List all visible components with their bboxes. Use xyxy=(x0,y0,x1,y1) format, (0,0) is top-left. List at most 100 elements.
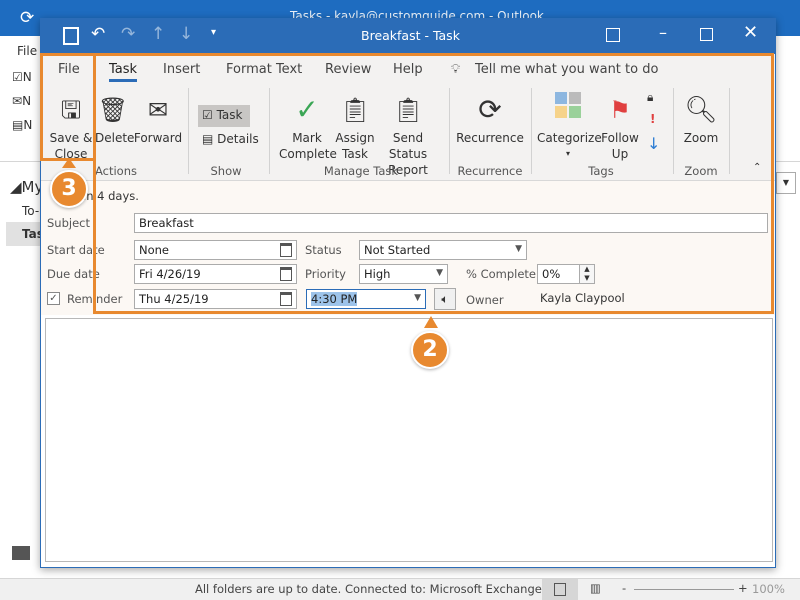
outer-dropdown[interactable]: ▼ xyxy=(776,172,796,194)
task-notes-body[interactable] xyxy=(45,318,773,562)
task-form: in 4 days. Subject Breakfast Start date … xyxy=(41,181,775,315)
new-meeting-item[interactable]: ▤N xyxy=(12,118,32,132)
reminder-time-dropdown[interactable]: 4:30 PM xyxy=(306,289,426,309)
connection-status: Connected to: Microsoft Exchange xyxy=(345,582,542,596)
mark-complete-button[interactable]: ✓ Mark Complete xyxy=(279,90,337,162)
due-date-label: Due date xyxy=(47,267,100,281)
ribbon: File Task Insert Format Text Review Help… xyxy=(41,54,775,181)
follow-up-button[interactable]: ⚑ Follow Up xyxy=(599,90,641,162)
low-importance-icon[interactable]: ↓ xyxy=(647,134,660,153)
outlook-file-tab[interactable]: File xyxy=(17,44,37,58)
calendar-icon xyxy=(280,292,292,306)
tasks-item[interactable]: Tas xyxy=(6,222,44,246)
tab-file[interactable]: File xyxy=(58,62,80,77)
tell-me-search[interactable]: Tell me what you want to do xyxy=(475,62,658,77)
group-zoom: Zoom xyxy=(684,164,718,178)
callout-step-3: 3 xyxy=(50,170,88,208)
group-manage-task: Manage Task xyxy=(323,164,399,178)
forward-button[interactable]: ✉︎ Forward xyxy=(131,90,185,146)
subject-label: Subject xyxy=(47,216,90,230)
zoom-in-button[interactable]: + xyxy=(738,581,748,595)
task-icon: ☑ xyxy=(202,108,217,122)
callout-step-2: 2 xyxy=(411,331,449,369)
start-date-input[interactable]: None xyxy=(134,240,297,260)
task-window: ↶ ↷ ↑ ↓ ▾ Breakfast - Task – ✕ File Task… xyxy=(40,18,776,568)
zoom-out-button[interactable]: - xyxy=(622,581,626,595)
new-email-item[interactable]: ✉N xyxy=(12,94,31,108)
assign-task-button[interactable]: 📋︎ Assign Task xyxy=(333,90,377,162)
send-status-icon: 📋︎ xyxy=(392,96,424,124)
percent-spinner[interactable]: ▲ ▼ xyxy=(579,264,595,284)
status-dropdown[interactable]: Not Started xyxy=(359,240,527,260)
collapse-ribbon-icon[interactable]: ⌃ xyxy=(753,162,761,173)
task-title-bar: ↶ ↷ ↑ ↓ ▾ Breakfast - Task – ✕ xyxy=(41,19,775,54)
status-bar: All folders are up to date. Connected to… xyxy=(0,578,800,600)
details-button[interactable]: ▤ Details xyxy=(202,132,259,146)
priority-dropdown[interactable]: High xyxy=(359,264,448,284)
close-icon[interactable]: ✕ xyxy=(743,22,758,43)
zoom-button[interactable]: 🔍︎ Zoom xyxy=(679,90,723,146)
group-recurrence: Recurrence xyxy=(457,164,523,178)
reminder-date-input[interactable]: Thu 4/25/19 xyxy=(134,289,297,309)
calendar-icon xyxy=(280,243,292,257)
new-task-item[interactable]: ☑N xyxy=(12,70,32,84)
task-view-button[interactable]: ☑ Task xyxy=(198,105,250,127)
normal-view-button[interactable] xyxy=(542,579,578,600)
info-bar: in 4 days. xyxy=(83,189,139,203)
status-label: Status xyxy=(305,243,342,257)
reading-view-button[interactable]: ▥ xyxy=(590,581,601,595)
undo-icon[interactable]: ↶ xyxy=(91,24,105,44)
tab-insert[interactable]: Insert xyxy=(163,62,200,77)
maximize-icon[interactable] xyxy=(700,28,713,41)
callout-pointer xyxy=(62,158,76,168)
group-tags: Tags xyxy=(588,164,614,178)
private-lock-icon[interactable]: 🔒︎ xyxy=(647,90,653,105)
lightbulb-icon: 💡︎ xyxy=(451,62,461,77)
callout-pointer xyxy=(424,316,438,328)
categorize-button[interactable]: Categorize ▾ xyxy=(537,90,602,162)
group-actions: Actions xyxy=(94,164,137,178)
trash-icon: 🗑︎ xyxy=(97,96,129,124)
recurrence-button[interactable]: ⟳ Recurrence xyxy=(455,90,525,146)
ribbon-display-icon[interactable] xyxy=(606,28,620,42)
previous-item-icon[interactable]: ↑ xyxy=(151,24,165,44)
next-item-icon[interactable]: ↓ xyxy=(179,24,193,44)
forward-mail-icon: ✉︎ xyxy=(147,96,169,124)
todo-list-item[interactable]: To- xyxy=(22,204,39,218)
save-close-icon: 🖫︎ xyxy=(60,96,82,124)
due-date-input[interactable]: Fri 4/26/19 xyxy=(134,264,297,284)
magnifier-icon: 🔍︎ xyxy=(684,95,718,125)
reminder-sound-icon[interactable]: 🔈︎ xyxy=(434,288,456,310)
high-importance-icon[interactable]: ! xyxy=(650,112,655,126)
tab-task[interactable]: Task xyxy=(109,62,138,82)
calendar-icon xyxy=(280,267,292,281)
recurrence-icon: ⟳ xyxy=(478,93,502,126)
minimize-icon[interactable]: – xyxy=(659,23,667,42)
percent-complete-label: % Complete xyxy=(466,267,537,281)
task-title: Breakfast - Task xyxy=(361,28,460,43)
assign-task-icon: 📋︎ xyxy=(339,96,371,124)
save-close-button[interactable]: 🖫︎ Save & Close xyxy=(45,90,97,162)
my-tasks-header[interactable]: ◢My xyxy=(10,178,43,196)
details-icon: ▤ xyxy=(202,132,218,146)
mail-icon[interactable] xyxy=(12,546,30,560)
owner-value: Kayla Claypool xyxy=(540,291,625,305)
tab-review[interactable]: Review xyxy=(325,62,371,77)
sync-status: All folders are up to date. xyxy=(195,582,342,596)
tab-format-text[interactable]: Format Text xyxy=(226,62,302,77)
save-icon[interactable] xyxy=(63,27,79,45)
customize-toolbar-icon[interactable]: ▾ xyxy=(211,27,216,38)
owner-label: Owner xyxy=(466,293,504,307)
sync-icon[interactable]: ⟳ xyxy=(20,8,34,28)
zoom-slider[interactable] xyxy=(634,589,734,590)
reminder-checkbox[interactable]: ✓ xyxy=(47,292,60,305)
percent-complete-input[interactable]: 0% xyxy=(537,264,581,284)
group-show: Show xyxy=(210,164,242,178)
redo-icon[interactable]: ↷ xyxy=(121,24,135,44)
tab-help[interactable]: Help xyxy=(393,62,423,77)
start-date-label: Start date xyxy=(47,243,105,257)
subject-input[interactable]: Breakfast xyxy=(134,213,768,233)
categorize-icon xyxy=(537,90,599,130)
folder-pane: ◢My To- Tas xyxy=(0,162,44,578)
delete-button[interactable]: 🗑︎ Delete xyxy=(95,90,134,146)
